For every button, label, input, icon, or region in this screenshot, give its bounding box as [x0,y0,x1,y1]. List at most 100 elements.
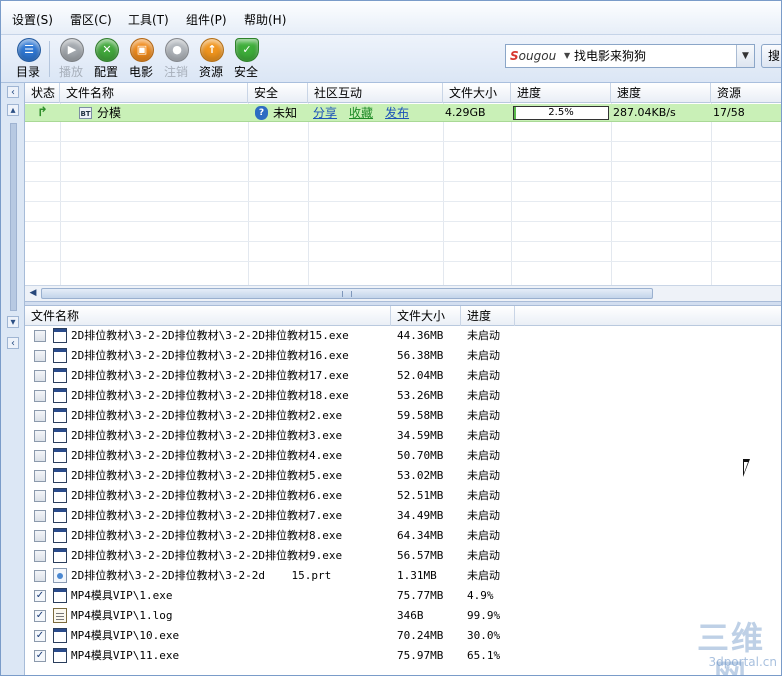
file-progress: 未启动 [467,489,500,502]
share-link[interactable]: 分享 [313,104,337,122]
file-row[interactable]: 2D排位教材\3-2-2D排位教材\3-2-2D排位教材2.exe 59.58MB… [25,406,781,426]
file-checkbox[interactable] [34,490,46,502]
search-button[interactable]: 搜 [761,44,781,68]
column-status[interactable]: 状态 [25,83,60,103]
bt-file-icon: BT [79,107,92,119]
search-box[interactable]: Sougou ▼ 找电影来狗狗 ▼ [505,44,755,68]
menu-tools[interactable]: 工具(T) [128,11,169,29]
column-filename[interactable]: 文件名称 [60,83,248,103]
file-size: 50.70MB [397,449,444,462]
search-history-dropdown[interactable]: ▼ [736,45,754,67]
file-checkbox[interactable] [34,510,46,522]
menu-help[interactable]: 帮助(H) [244,11,286,29]
menu-settings[interactable]: 设置(S) [12,11,53,29]
file-checkbox[interactable] [34,410,46,422]
file-progress: 未启动 [467,549,500,562]
file-checkbox[interactable]: ✓ [34,610,46,622]
file-checkbox[interactable] [34,450,46,462]
scrollbar-thumb[interactable] [41,288,653,299]
exe-file-icon [53,628,67,643]
file-row[interactable]: 2D排位教材\3-2-2D排位教材\3-2-2D排位教材6.exe 52.51MB… [25,486,781,506]
grid-line [25,181,781,182]
exe-file-icon [53,588,67,603]
file-checkbox[interactable]: ✓ [34,590,46,602]
file-size: 44.36MB [397,329,444,342]
exe-file-icon [53,348,67,363]
file-checkbox[interactable] [34,530,46,542]
column-progress[interactable]: 进度 [461,306,515,326]
file-name: MP4模具VIP\10.exe [71,629,180,642]
file-checkbox[interactable] [34,350,46,362]
security-button[interactable]: ✓ 安全 [229,37,263,81]
column-filesize[interactable]: 文件大小 [391,306,461,326]
file-row[interactable]: 2D排位教材\3-2-2D排位教材\3-2-2d 15.prt 1.31MB 未启动 [25,566,781,586]
file-row[interactable]: 2D排位教材\3-2-2D排位教材\3-2-2D排位教材18.exe 53.26M… [25,386,781,406]
grid-line [25,201,781,202]
tools-icon: ✕ [95,38,119,62]
column-speed[interactable]: 速度 [611,83,711,103]
search-input[interactable]: 找电影来狗狗 [574,47,646,65]
file-row[interactable]: ✓ MP4模具VIP\11.exe 75.97MB 65.1% [25,646,781,666]
favorite-link[interactable]: 收藏 [349,104,373,122]
exe-file-icon [53,468,67,483]
file-row[interactable]: ✓ MP4模具VIP\10.exe 70.24MB 30.0% [25,626,781,646]
publish-link[interactable]: 发布 [385,104,409,122]
file-progress: 未启动 [467,349,500,362]
file-progress: 65.1% [467,649,501,662]
file-checkbox[interactable]: ✓ [34,650,46,662]
file-row[interactable]: ✓ MP4模具VIP\1.log 346B 99.9% [25,606,781,626]
movie-icon: ▣ [130,38,154,62]
file-checkbox[interactable] [34,570,46,582]
task-row[interactable]: ↱ BT 分模 ? 未知 分享 收藏 发布 4.29GB 2.5% 287.04… [25,104,781,122]
file-name: 2D排位教材\3-2-2D排位教材\3-2-2D排位教材8.exe [71,529,343,542]
file-size: 346B [397,609,424,622]
task-horizontal-scrollbar[interactable]: ◀ [25,285,781,301]
file-size: 34.49MB [397,509,444,522]
file-checkbox[interactable] [34,470,46,482]
column-community[interactable]: 社区互动 [308,83,443,103]
app-window: 设置(S) 雷区(C) 工具(T) 组件(P) 帮助(H) ☰ 目录 ▶ 播放 … [0,0,782,676]
file-checkbox[interactable] [34,390,46,402]
scroll-left-icon[interactable]: ◀ [27,288,39,299]
file-progress: 未启动 [467,449,500,462]
directory-button[interactable]: ☰ 目录 [11,37,45,81]
collapse-left-icon[interactable]: ‹ [7,337,19,349]
scroll-down-icon[interactable]: ▾ [7,316,19,328]
column-filename[interactable]: 文件名称 [25,306,391,326]
file-size: 52.04MB [397,369,444,382]
column-safety[interactable]: 安全 [248,83,308,103]
part-file-icon [53,568,67,583]
file-row[interactable]: 2D排位教材\3-2-2D排位教材\3-2-2D排位教材3.exe 34.59MB… [25,426,781,446]
file-size: 64.34MB [397,529,444,542]
file-row[interactable]: 2D排位教材\3-2-2D排位教材\3-2-2D排位教材5.exe 53.02MB… [25,466,781,486]
file-row[interactable]: 2D排位教材\3-2-2D排位教材\3-2-2D排位教材15.exe 44.36M… [25,326,781,346]
grid-line [511,103,512,285]
column-progress[interactable]: 进度 [511,83,611,103]
file-checkbox[interactable] [34,430,46,442]
file-checkbox[interactable] [34,330,46,342]
file-row[interactable]: 2D排位教材\3-2-2D排位教材\3-2-2D排位教材4.exe 50.70MB… [25,446,781,466]
file-row[interactable]: 2D排位教材\3-2-2D排位教材\3-2-2D排位教材7.exe 34.49MB… [25,506,781,526]
menu-components[interactable]: 组件(P) [186,11,227,29]
file-name: 2D排位教材\3-2-2D排位教材\3-2-2d 15.prt [71,569,332,582]
file-progress: 99.9% [467,609,501,622]
engine-dropdown-icon[interactable]: ▼ [564,47,570,65]
file-row[interactable]: ✓ MP4模具VIP\1.exe 75.77MB 4.9% [25,586,781,606]
left-strip-scrollbar[interactable] [10,123,17,311]
file-size: 1.31MB [397,569,437,582]
file-checkbox[interactable] [34,370,46,382]
file-checkbox[interactable]: ✓ [34,630,46,642]
file-row[interactable]: 2D排位教材\3-2-2D排位教材\3-2-2D排位教材8.exe 64.34MB… [25,526,781,546]
file-checkbox[interactable] [34,550,46,562]
menu-minefield[interactable]: 雷区(C) [70,11,112,29]
file-row[interactable]: 2D排位教材\3-2-2D排位教材\3-2-2D排位教材9.exe 56.57MB… [25,546,781,566]
scroll-up-icon[interactable]: ▴ [7,104,19,116]
file-list-header: 文件名称 文件大小 进度 [25,306,781,326]
file-row[interactable]: 2D排位教材\3-2-2D排位教材\3-2-2D排位教材16.exe 56.38M… [25,346,781,366]
column-filesize[interactable]: 文件大小 [443,83,511,103]
exe-file-icon [53,428,67,443]
task-speed: 287.04KB/s [613,106,676,119]
file-row[interactable]: 2D排位教材\3-2-2D排位教材\3-2-2D排位教材17.exe 52.04M… [25,366,781,386]
column-resources[interactable]: 资源 [711,83,781,103]
collapse-left-icon[interactable]: ‹ [7,86,19,98]
